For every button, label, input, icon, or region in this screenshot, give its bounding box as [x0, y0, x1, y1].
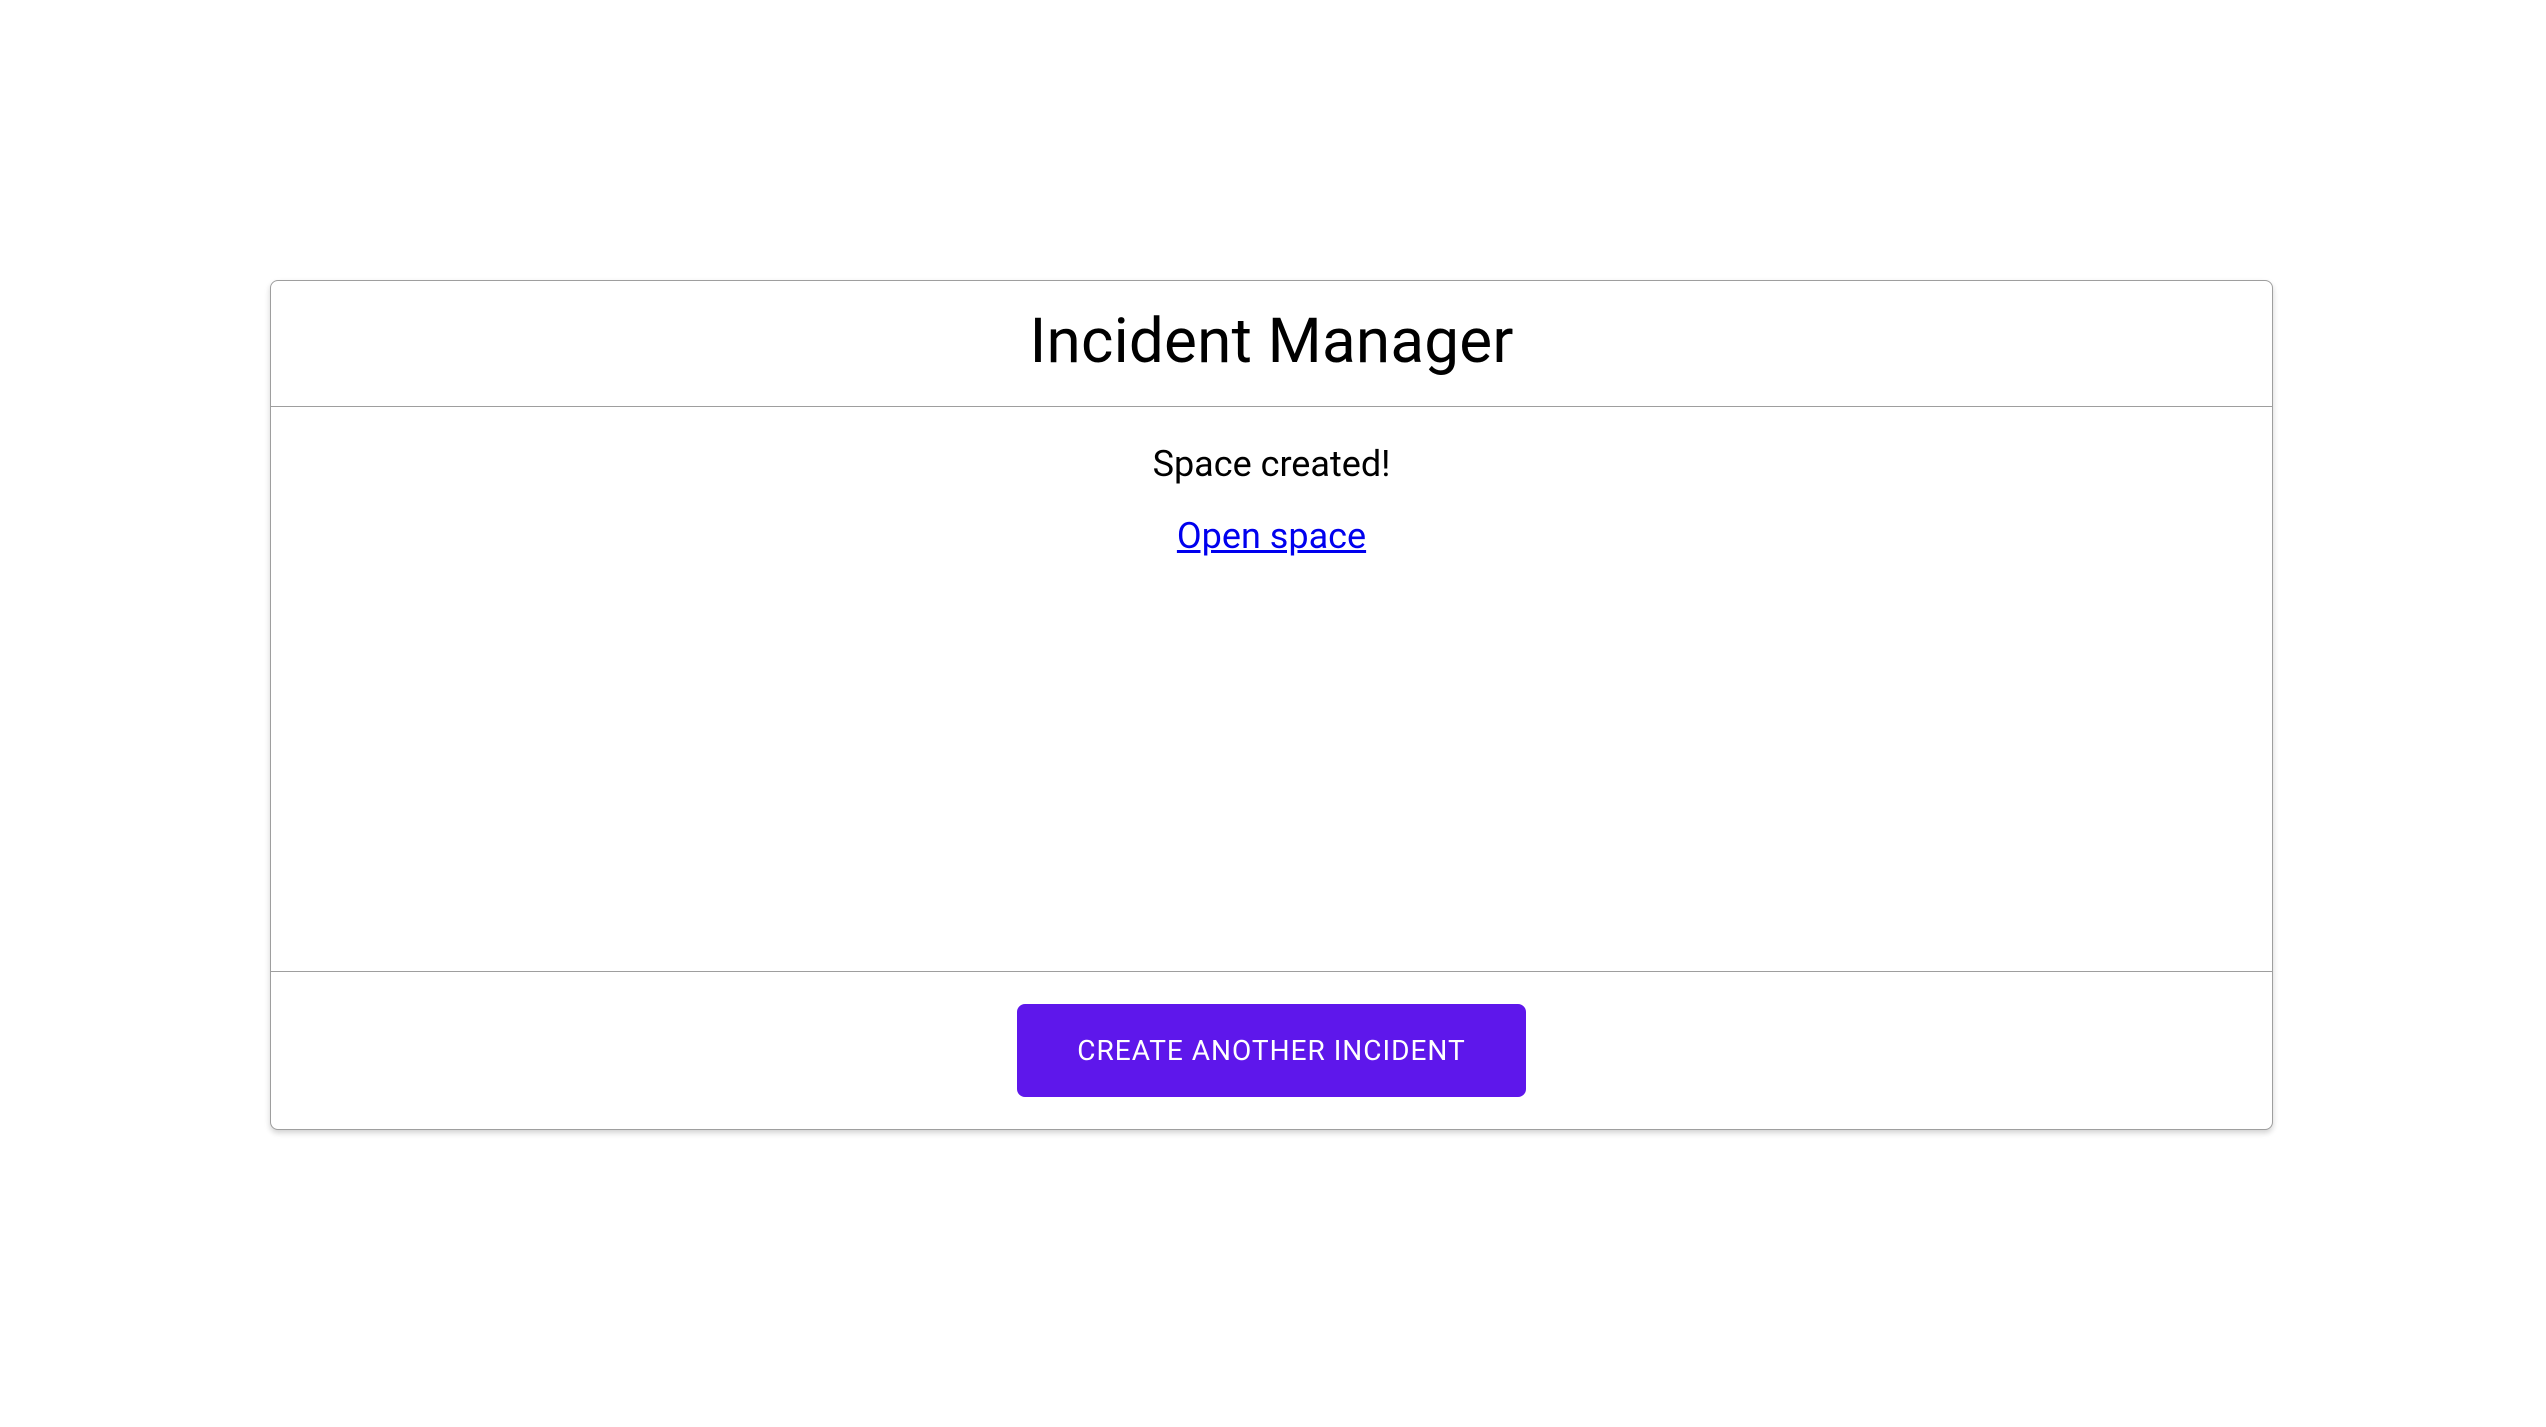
card-footer: CREATE ANOTHER INCIDENT: [271, 972, 2272, 1129]
card-header: Incident Manager: [271, 281, 2272, 407]
status-message: Space created!: [271, 443, 2272, 485]
card-body: Space created! Open space: [271, 407, 2272, 972]
open-space-link[interactable]: Open space: [1177, 515, 1366, 557]
page-title: Incident Manager: [271, 305, 2272, 378]
create-another-incident-button[interactable]: CREATE ANOTHER INCIDENT: [1017, 1004, 1525, 1097]
incident-manager-card: Incident Manager Space created! Open spa…: [270, 280, 2273, 1130]
